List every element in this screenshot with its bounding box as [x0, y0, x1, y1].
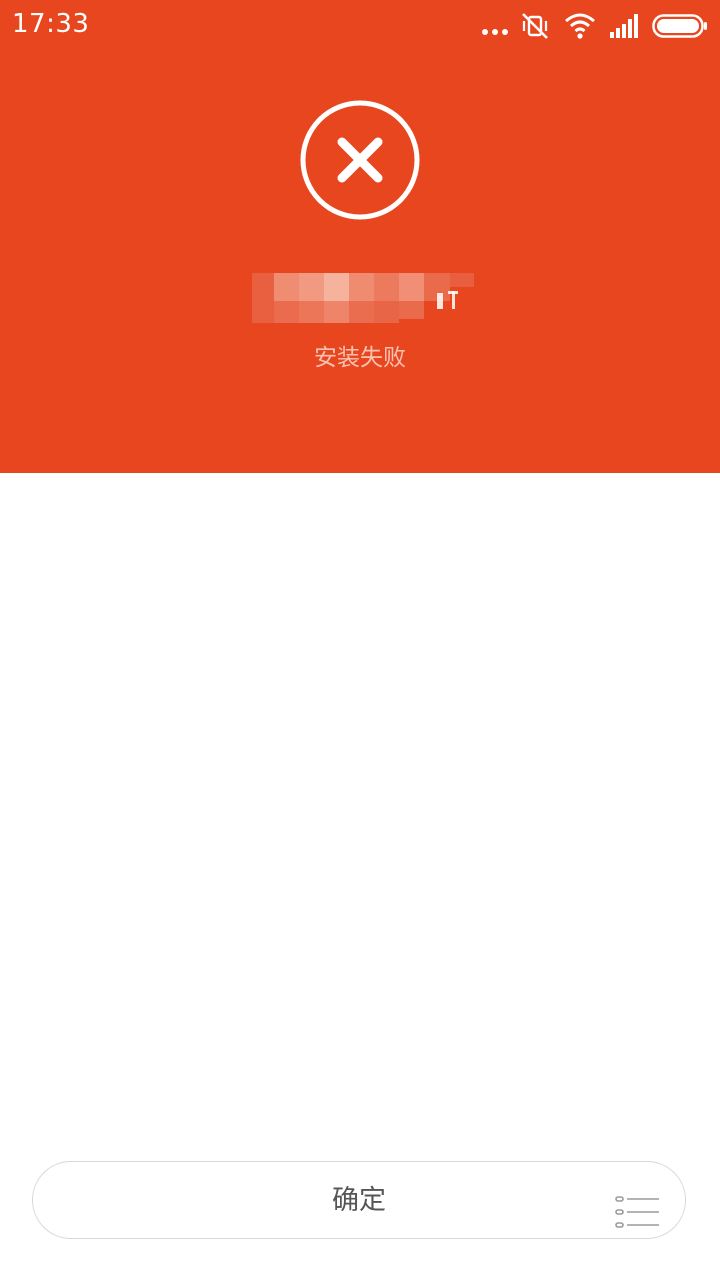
list-icon: [615, 1195, 661, 1231]
close-circle-icon: [300, 100, 420, 220]
status-time: 17:33: [12, 9, 90, 39]
confirm-button-label: 确定: [332, 1185, 386, 1216]
wifi-icon: [564, 12, 596, 40]
app-name-redacted: [212, 245, 478, 330]
install-result-page: 17:33 安装失败 确定: [0, 0, 720, 1280]
vibrate-mute-icon: [520, 11, 550, 41]
more-dots-icon: [482, 10, 508, 42]
signal-icon: [610, 14, 638, 38]
status-bar: 17:33: [0, 0, 720, 50]
result-header: 17:33 安装失败: [0, 0, 720, 473]
battery-icon: [652, 14, 708, 38]
install-status-text: 安装失败: [314, 345, 406, 371]
status-icons: [482, 10, 708, 42]
confirm-button[interactable]: 确定: [32, 1161, 686, 1239]
